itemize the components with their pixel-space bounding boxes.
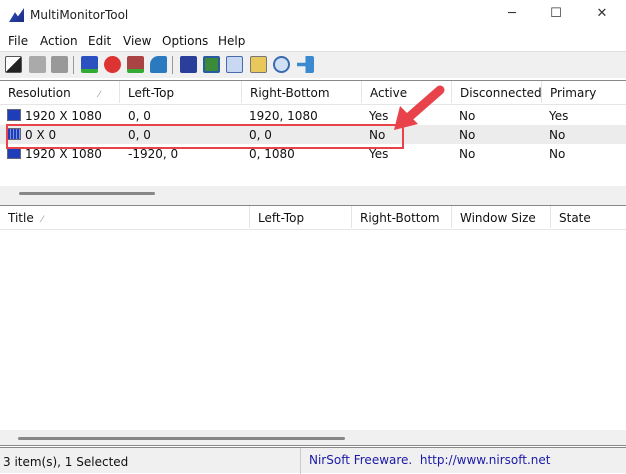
menu-action[interactable]: Action (40, 34, 78, 48)
app-icon (9, 8, 24, 22)
column-label: Title (8, 211, 34, 225)
enable-icon[interactable] (51, 56, 68, 73)
column-resolution[interactable]: Resolution ⁄ (0, 81, 120, 103)
scrollbar-thumb[interactable] (18, 437, 345, 440)
scrollbar-thumb[interactable] (19, 192, 155, 195)
title-bar: MultiMonitorTool ─ ☐ ✕ (0, 0, 626, 31)
monitor-icon (7, 109, 21, 121)
menu-help[interactable]: Help (218, 34, 245, 48)
cell-disconnected: No (459, 128, 476, 142)
menu-view[interactable]: View (123, 34, 151, 48)
cell-left-top: 0, 0 (128, 109, 151, 123)
cell-right-bottom: 1920, 1080 (249, 109, 318, 123)
switch-monitor-icon[interactable] (127, 56, 144, 73)
horizontal-scrollbar[interactable] (0, 186, 626, 200)
status-item-count: 3 item(s), 1 Selected (3, 455, 129, 469)
toolbar-separator (73, 56, 74, 74)
windows-list-header: Title ⁄ Left-Top Right-Bottom Window Siz… (0, 206, 626, 230)
monitors-list-header: Resolution ⁄ Left-Top Right-Bottom Activ… (0, 81, 626, 105)
table-row[interactable]: 1920 X 1080 0, 0 1920, 1080 Yes No Yes (0, 106, 626, 125)
disable-icon[interactable] (29, 56, 46, 73)
cell-right-bottom: 0, 1080 (249, 147, 295, 161)
cell-primary: Yes (549, 109, 569, 123)
properties-icon[interactable] (250, 56, 267, 73)
sort-ascending-icon: ⁄ (98, 90, 101, 100)
save-icon[interactable] (180, 56, 197, 73)
menu-edit[interactable]: Edit (88, 34, 111, 48)
exit-icon[interactable] (297, 56, 314, 73)
cell-active: Yes (369, 147, 389, 161)
maximize-button[interactable]: ☐ (541, 6, 571, 26)
column-left-top[interactable]: Left-Top (250, 206, 352, 228)
menu-file[interactable]: File (8, 34, 28, 48)
column-disconnected[interactable]: Disconnected (452, 81, 542, 103)
cell-primary: No (549, 128, 566, 142)
column-label: Resolution (8, 86, 71, 100)
column-left-top[interactable]: Left-Top (120, 81, 242, 103)
column-primary[interactable]: Primary (542, 81, 626, 103)
close-button[interactable]: ✕ (587, 6, 617, 26)
toolbar (0, 51, 626, 78)
refresh-icon[interactable] (203, 56, 220, 73)
cell-primary: No (549, 147, 566, 161)
set-primary-icon[interactable] (81, 56, 98, 73)
window-title: MultiMonitorTool (30, 8, 129, 22)
cell-disconnected: No (459, 109, 476, 123)
cell-resolution: 1920 X 1080 (25, 147, 102, 161)
disable-monitor-icon[interactable] (104, 56, 121, 73)
status-bar: 3 item(s), 1 Selected NirSoft Freeware. … (0, 447, 626, 474)
column-window-size[interactable]: Window Size (452, 206, 551, 228)
copy-icon[interactable] (226, 56, 243, 73)
monitor-off-icon[interactable] (5, 56, 22, 73)
find-icon[interactable] (273, 56, 290, 73)
windows-list[interactable]: Title ⁄ Left-Top Right-Bottom Window Siz… (0, 206, 626, 447)
pane-splitter[interactable] (0, 199, 626, 206)
annotation-arrow-icon (394, 85, 445, 130)
nirsoft-link[interactable]: NirSoft Freeware. http://www.nirsoft.net (309, 453, 550, 467)
sort-ascending-icon: ⁄ (41, 215, 44, 225)
network-monitor-icon[interactable] (150, 56, 167, 73)
minimize-button[interactable]: ─ (497, 6, 527, 26)
cell-resolution: 1920 X 1080 (25, 109, 102, 123)
column-right-bottom[interactable]: Right-Bottom (352, 206, 452, 228)
status-divider (300, 448, 301, 474)
cell-disconnected: No (459, 147, 476, 161)
toolbar-separator (172, 56, 173, 74)
column-state[interactable]: State (551, 206, 626, 228)
horizontal-scrollbar[interactable] (0, 430, 626, 446)
menu-bar: File Action Edit View Options Help (0, 31, 626, 51)
menu-options[interactable]: Options (162, 34, 208, 48)
cell-left-top: -1920, 0 (128, 147, 179, 161)
column-right-bottom[interactable]: Right-Bottom (242, 81, 362, 103)
column-title[interactable]: Title ⁄ (0, 206, 250, 228)
annotation-highlight-box (6, 124, 404, 149)
